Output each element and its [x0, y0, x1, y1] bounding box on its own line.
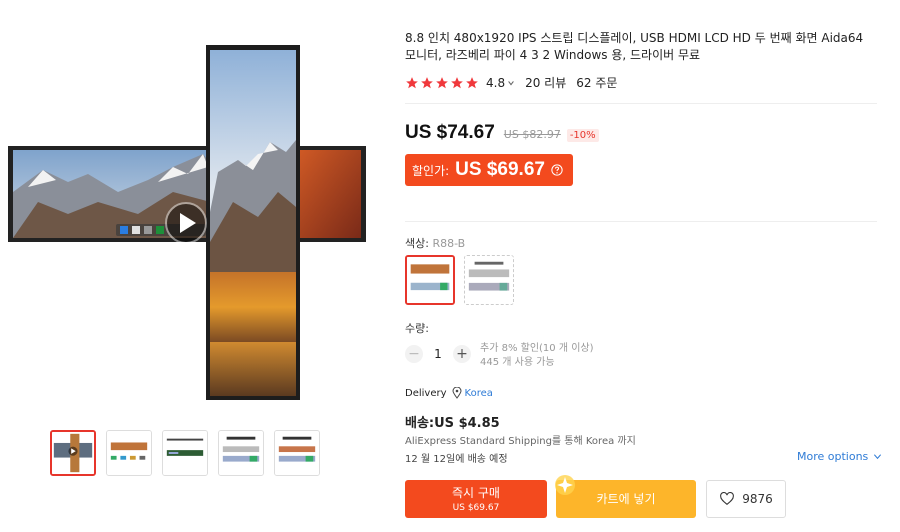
buy-now-button[interactable]: 즉시 구매 US $69.67: [405, 480, 547, 518]
order-count: 62 주문: [576, 76, 618, 90]
question-icon[interactable]: [551, 164, 563, 176]
buy-now-price: US $69.67: [452, 503, 500, 513]
quantity-label: 수량:: [405, 322, 429, 335]
star-icon: [421, 76, 433, 88]
chevron-down-icon: [874, 454, 882, 460]
play-icon[interactable]: [165, 202, 207, 244]
thumbnail-2[interactable]: [106, 430, 152, 476]
delivery-country-link[interactable]: Korea: [465, 388, 493, 399]
quantity-increase-button[interactable]: +: [453, 345, 471, 363]
coupon-price-banner[interactable]: 할인가: US $69.67: [405, 154, 573, 186]
quantity-value[interactable]: 1: [423, 347, 453, 361]
color-label: 색상: R88-B: [405, 235, 465, 251]
color-option-r88-b[interactable]: [405, 255, 455, 305]
color-label-text: 색상:: [405, 237, 429, 250]
rating-value[interactable]: 4.8: [486, 76, 505, 90]
thumbnail-3[interactable]: [162, 430, 208, 476]
review-count[interactable]: 20 리뷰: [525, 74, 566, 91]
stock-available-note: 445 개 사용 가능: [480, 357, 555, 368]
heart-icon: [720, 491, 735, 506]
original-price: US $82.97: [503, 128, 561, 141]
wishlist-button[interactable]: 9876: [706, 480, 786, 518]
shipping-cost: 배송:US $4.85: [405, 416, 500, 431]
thumbnail-1[interactable]: [50, 430, 96, 476]
divider: [405, 103, 877, 104]
color-option-r88-a[interactable]: [464, 255, 514, 305]
selected-color-value: R88-B: [432, 237, 466, 250]
quantity-note: 추가 8% 할인(10 개 이상) 445 개 사용 가능: [480, 342, 594, 370]
add-to-cart-button[interactable]: 카트에 넣기: [555, 475, 696, 518]
product-title: 8.8 인치 480x1920 IPS 스트립 디스플레이, USB HDMI …: [405, 31, 864, 62]
chevron-down-icon[interactable]: [507, 79, 515, 87]
rating-row: 4.8 20 리뷰 62 주문: [405, 74, 617, 91]
star-icon: [406, 76, 418, 88]
quantity-decrease-button[interactable]: −: [405, 345, 423, 363]
color-swatches: [405, 255, 514, 305]
bulk-discount-note: 추가 8% 할인(10 개 이상): [480, 343, 594, 354]
sparkle-icon: [555, 475, 575, 495]
product-gallery: [0, 0, 380, 532]
wishlist-count: 9876: [742, 492, 773, 506]
add-to-cart-label: 카트에 넣기: [596, 492, 656, 506]
star-icon: [466, 76, 478, 88]
star-rating: [405, 76, 479, 90]
more-options-link[interactable]: More options: [797, 450, 882, 463]
main-product-image[interactable]: [8, 42, 368, 407]
location-pin-icon: [452, 387, 462, 399]
quantity-stepper: − 1 +: [405, 345, 471, 363]
thumbnail-4[interactable]: [218, 430, 264, 476]
buy-now-label: 즉시 구매: [452, 486, 500, 500]
discount-badge: -10%: [566, 129, 599, 142]
star-icon: [436, 76, 448, 88]
coupon-label: 할인가:: [412, 163, 450, 178]
divider: [405, 221, 877, 222]
shipping-method: AliExpress Standard Shipping를 통해 Korea 까…: [405, 436, 636, 447]
thumbnail-strip: [50, 430, 320, 476]
thumbnail-5[interactable]: [274, 430, 320, 476]
current-price: US $74.67: [405, 122, 495, 143]
price-row: US $74.67 US $82.97 -10%: [405, 122, 599, 144]
star-icon: [451, 76, 463, 88]
delivery-row: Delivery Korea: [405, 387, 493, 399]
coupon-price: US $69.67: [455, 159, 545, 180]
more-options-label: More options: [797, 450, 869, 463]
estimated-delivery: 12 월 12일에 배송 예정: [405, 454, 508, 465]
delivery-label: Delivery: [405, 387, 447, 399]
